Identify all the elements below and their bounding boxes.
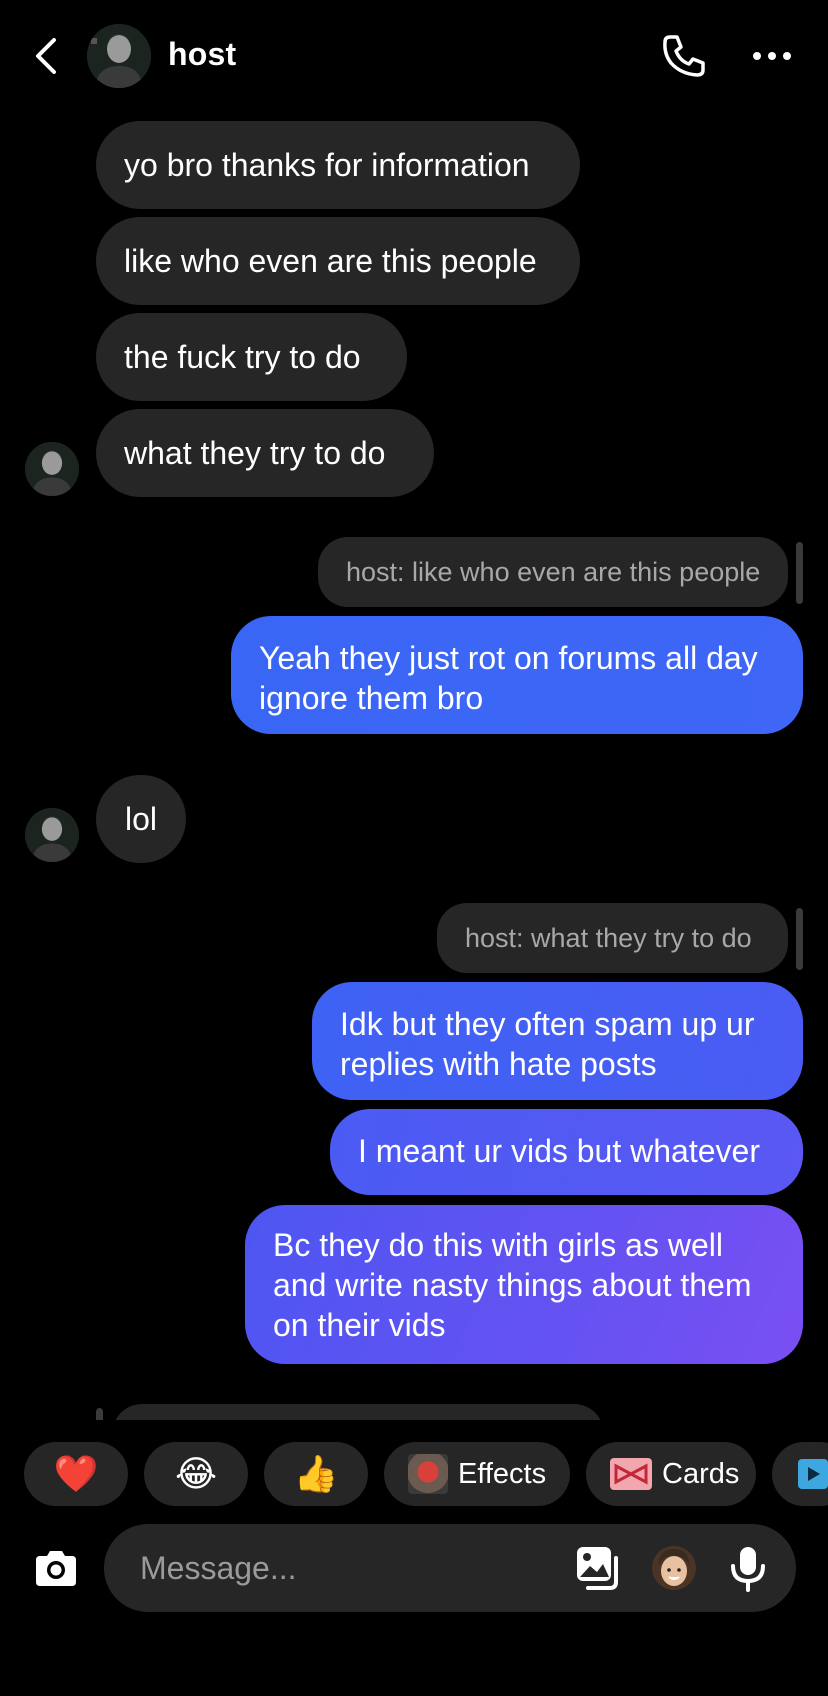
received-message[interactable]: what they try to do xyxy=(96,409,434,497)
effects-chip[interactable]: Effects xyxy=(384,1442,570,1506)
chat-header: host xyxy=(0,0,828,112)
reply-quote-text: host: what they try to do xyxy=(465,923,752,953)
reply-quote-text: host: like who even are this people xyxy=(346,557,761,587)
received-message[interactable]: lol xyxy=(96,775,186,863)
message-list-clip xyxy=(0,1400,828,1420)
message-text-line: Idk but they often spam up ur xyxy=(340,1006,755,1042)
message-text: the fuck try to do xyxy=(124,339,361,375)
partial-reply-preview[interactable] xyxy=(112,1404,604,1420)
reply-quote-preview[interactable]: host: what they try to do xyxy=(437,903,788,973)
camera-button[interactable] xyxy=(30,1538,82,1598)
gallery-icon xyxy=(577,1547,618,1590)
reply-indicator-bar xyxy=(796,542,803,604)
heart-icon: ❤️ xyxy=(53,1453,99,1494)
message-text-line: replies with hate posts xyxy=(340,1046,657,1082)
gallery-button[interactable] xyxy=(570,1540,626,1596)
message-text-line: on their vids xyxy=(273,1307,446,1343)
sent-message[interactable]: Bc they do this with girls as well and w… xyxy=(245,1205,803,1364)
message-text: lol xyxy=(124,801,157,837)
ribbon-icon xyxy=(614,1463,648,1485)
gift-card-icon xyxy=(610,1458,652,1490)
sent-message[interactable]: I meant ur vids but whatever xyxy=(330,1109,803,1195)
microphone-icon xyxy=(731,1547,765,1592)
thumbs-up-reaction-chip[interactable]: 👍 xyxy=(264,1442,368,1506)
more-horizontal-icon xyxy=(753,52,791,60)
dm-thread-screen: host yo bro thanks for information like … xyxy=(0,0,828,1696)
reply-indicator-bar xyxy=(796,908,803,970)
profile-photo-icon xyxy=(25,442,79,496)
message-input[interactable] xyxy=(140,1524,560,1612)
heart-reaction-chip[interactable]: ❤️ xyxy=(24,1442,128,1506)
message-text-line: Bc they do this with girls as well xyxy=(273,1227,723,1263)
reply-indicator-bar xyxy=(96,1408,103,1420)
quick-reactions-bar: ❤️ 😂 👍 Effects Cards xyxy=(0,1442,828,1508)
back-button[interactable] xyxy=(26,32,66,80)
laugh-emoji-icon: 😂 xyxy=(174,1453,218,1494)
received-message[interactable]: the fuck try to do xyxy=(96,313,407,401)
play-icon xyxy=(798,1459,828,1489)
message-text-line: ignore them bro xyxy=(259,680,484,716)
sent-message[interactable]: Idk but they often spam up ur replies wi… xyxy=(312,982,803,1100)
contact-name[interactable]: host xyxy=(168,36,236,73)
avatar-sticker-icon xyxy=(652,1546,696,1590)
contact-avatar[interactable] xyxy=(87,24,151,88)
phone-icon xyxy=(663,35,705,77)
sent-message[interactable]: Yeah they just rot on forums all day ign… xyxy=(231,616,803,734)
sender-avatar[interactable] xyxy=(25,442,79,496)
effects-label: Effects xyxy=(458,1457,547,1490)
message-text-line: and write nasty things about them xyxy=(273,1267,752,1303)
received-message[interactable]: yo bro thanks for information xyxy=(96,121,580,209)
message-text: yo bro thanks for information xyxy=(124,147,530,183)
more-options-button[interactable] xyxy=(746,30,798,82)
camera-icon xyxy=(36,1551,76,1586)
voice-call-button[interactable] xyxy=(656,30,712,82)
message-text-line: Yeah they just rot on forums all day xyxy=(259,640,758,676)
avatar-sticker-button[interactable] xyxy=(646,1540,702,1596)
reply-quote-preview[interactable]: host: like who even are this people xyxy=(318,537,788,607)
chevron-left-icon xyxy=(36,38,56,74)
video-chip[interactable] xyxy=(772,1442,828,1506)
message-text: I meant ur vids but whatever xyxy=(358,1133,760,1169)
laugh-reaction-chip[interactable]: 😂 xyxy=(144,1442,248,1506)
sender-avatar[interactable] xyxy=(25,808,79,862)
message-text: what they try to do xyxy=(124,435,386,471)
cards-label: Cards xyxy=(662,1457,740,1490)
effects-thumbnail-icon xyxy=(408,1454,448,1494)
thumbs-up-icon: 👍 xyxy=(293,1453,339,1494)
received-message[interactable]: like who even are this people xyxy=(96,217,580,305)
profile-photo-icon xyxy=(25,808,79,862)
cards-chip[interactable]: Cards xyxy=(586,1442,756,1506)
voice-message-button[interactable] xyxy=(720,1540,776,1596)
message-text: like who even are this people xyxy=(124,243,537,279)
profile-photo-icon xyxy=(87,24,151,88)
message-composer xyxy=(104,1524,796,1612)
